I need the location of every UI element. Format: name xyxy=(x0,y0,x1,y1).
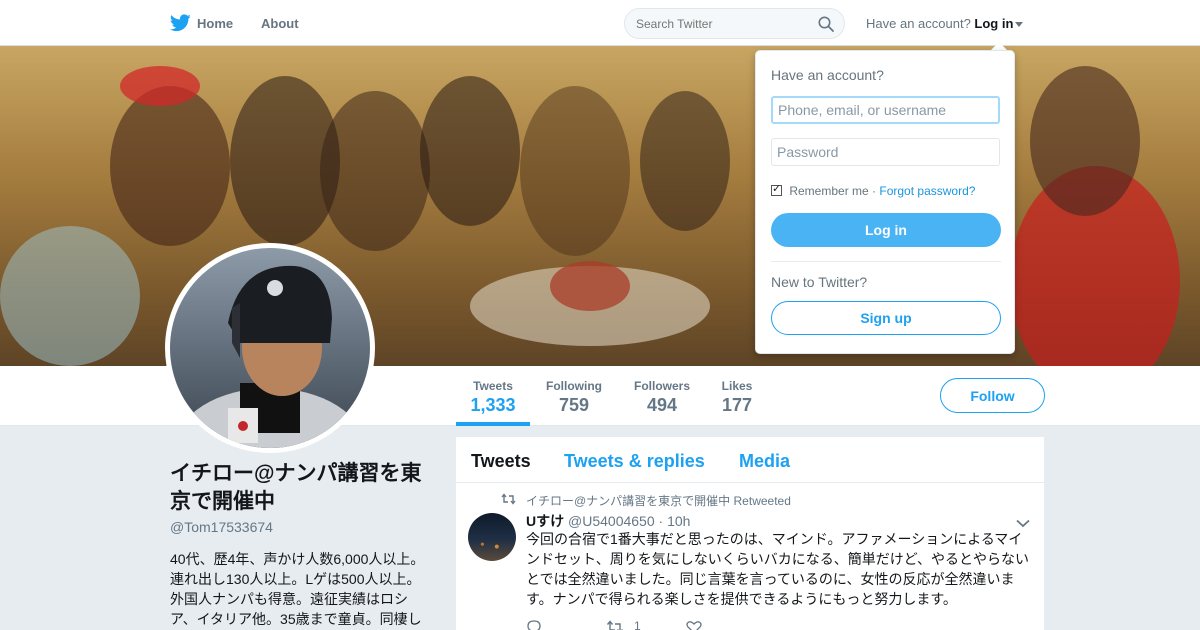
about-link[interactable]: About xyxy=(261,16,299,31)
retweet-icon xyxy=(501,492,516,510)
tweet-time[interactable]: · 10h xyxy=(659,513,691,529)
banner-figure xyxy=(320,91,430,251)
banner-figure xyxy=(520,86,630,256)
banner-figure xyxy=(420,76,520,226)
divider xyxy=(771,261,1001,262)
retweet-count: 1 xyxy=(634,619,641,630)
remember-checkbox[interactable] xyxy=(771,182,782,196)
tab-tweets-and-replies[interactable]: Tweets & replies xyxy=(564,451,705,472)
heart-icon[interactable] xyxy=(686,620,702,630)
tweet-text: 今回の合宿で1番大事だと思ったのは、マインド。アファメーションによるマインドセッ… xyxy=(526,531,1030,607)
stat-label: Following xyxy=(546,379,602,393)
caret-down-icon xyxy=(1015,22,1024,28)
follow-button[interactable]: Follow xyxy=(940,378,1045,413)
profile-bio: 40代、歴4年、声かけ人数6,000人以上。連れ出し130人以上。Lゲは500人… xyxy=(170,551,425,627)
search-box xyxy=(624,8,845,39)
login-button[interactable]: Log in xyxy=(771,213,1001,247)
new-to-twitter-label: New to Twitter? xyxy=(771,274,868,290)
home-link[interactable]: Home xyxy=(197,16,233,31)
banner-figure xyxy=(1030,66,1140,216)
timeline: Tweets Tweets & replies Media イチロー@ナンパ講習… xyxy=(456,437,1044,630)
banner-figure xyxy=(640,91,730,231)
have-account-prompt: Have an account? Log in xyxy=(866,16,1024,31)
dropdown-title: Have an account? xyxy=(771,67,884,83)
password-field[interactable] xyxy=(771,138,1000,166)
stat-value: 759 xyxy=(558,395,590,415)
followers-stat[interactable]: Followers 494 xyxy=(628,366,696,426)
remember-row: Remember me · Forgot password? xyxy=(771,182,975,198)
login-toggle-label: Log in xyxy=(974,16,1014,31)
reply-icon[interactable] xyxy=(526,620,542,630)
have-account-label: Have an account? xyxy=(866,16,971,31)
login-toggle[interactable]: Log in xyxy=(974,16,1024,31)
profile-name[interactable]: イチロー@ナンパ講習を東京で開催中 xyxy=(170,460,440,516)
tweet-user-name[interactable]: Uすけ xyxy=(526,513,564,529)
forgot-password-link[interactable]: Forgot password? xyxy=(879,184,975,198)
stat-value: 1,333 xyxy=(470,395,516,415)
login-dropdown: Have an account? Remember me · Forgot pa… xyxy=(755,50,1015,354)
likes-stat[interactable]: Likes 177 xyxy=(715,366,759,426)
stat-label: Likes xyxy=(721,379,753,393)
following-stat[interactable]: Following 759 xyxy=(540,366,608,426)
profile-handle[interactable]: @Tom17533674 xyxy=(170,519,273,535)
tweet-header: Uすけ @U54004650 · 10h xyxy=(526,511,690,531)
tweet-avatar[interactable] xyxy=(468,513,516,561)
banner-ribbon xyxy=(120,66,200,106)
signup-button[interactable]: Sign up xyxy=(771,301,1001,335)
tab-tweets[interactable]: Tweets xyxy=(471,451,531,472)
banner-figure xyxy=(110,86,230,246)
tab-media[interactable]: Media xyxy=(739,451,790,472)
stat-label: Followers xyxy=(633,379,690,393)
tweet-handle[interactable]: @U54004650 xyxy=(568,513,655,529)
banner-figure xyxy=(0,226,140,366)
tweets-stat[interactable]: Tweets 1,333 xyxy=(456,366,530,426)
banner-cake xyxy=(550,261,630,311)
retweet-action-icon[interactable] xyxy=(606,620,624,630)
twitter-bird-icon[interactable] xyxy=(169,14,191,37)
top-navigation-bar: Home About Have an account? Log in xyxy=(0,0,1200,46)
search-icon[interactable] xyxy=(818,16,834,37)
stat-value: 177 xyxy=(721,395,753,415)
retweeted-by[interactable]: イチロー@ナンパ講習を東京で開催中 Retweeted xyxy=(526,492,791,509)
search-input[interactable] xyxy=(636,17,806,31)
profile-avatar[interactable] xyxy=(165,243,375,453)
remember-label[interactable]: Remember me · xyxy=(789,184,876,198)
timeline-tabs: Tweets Tweets & replies Media xyxy=(456,437,1044,483)
stat-value: 494 xyxy=(646,395,678,415)
stat-label: Tweets xyxy=(473,379,513,393)
username-field[interactable] xyxy=(771,96,1000,124)
